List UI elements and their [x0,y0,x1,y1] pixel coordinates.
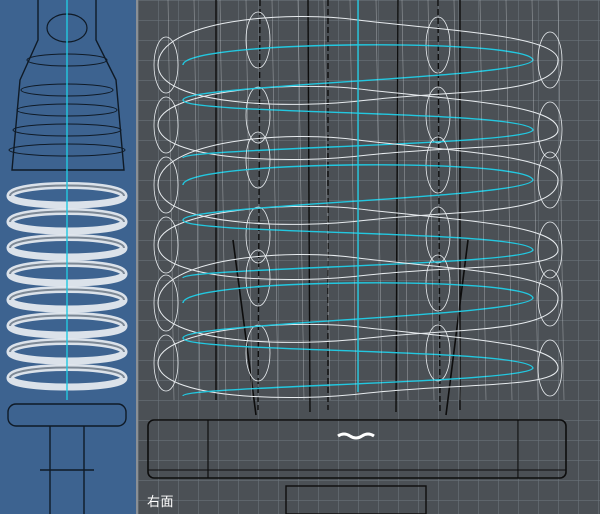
mesh-line [323,0,331,401]
pivot-marker [337,432,375,440]
lower-stem [285,485,427,514]
mesh-line [401,0,409,401]
mesh-line [557,0,565,401]
lower-stem [40,426,94,514]
coil-section [245,131,271,189]
mesh-line [271,0,279,401]
mesh-line [193,0,201,401]
mesh-line [297,0,305,401]
mesh-line [531,0,539,401]
base-plate [147,419,567,479]
mesh-line [427,0,435,401]
view-label: 右面 [147,495,175,510]
body-line [395,0,399,413]
viewport-perspective[interactable] [0,0,136,514]
spring-wireframe [147,0,567,514]
body-line [257,0,261,411]
coil-section [245,86,271,144]
mesh-line [167,0,175,401]
viewport-right-view[interactable]: 右面 [138,0,600,514]
mesh-line [219,0,227,401]
lower-collar [7,403,127,427]
coil-section [245,11,271,69]
body-line [437,0,441,413]
mesh-line [505,0,513,401]
coil-section [425,324,451,382]
shock-absorber-thumbnail [6,0,128,514]
